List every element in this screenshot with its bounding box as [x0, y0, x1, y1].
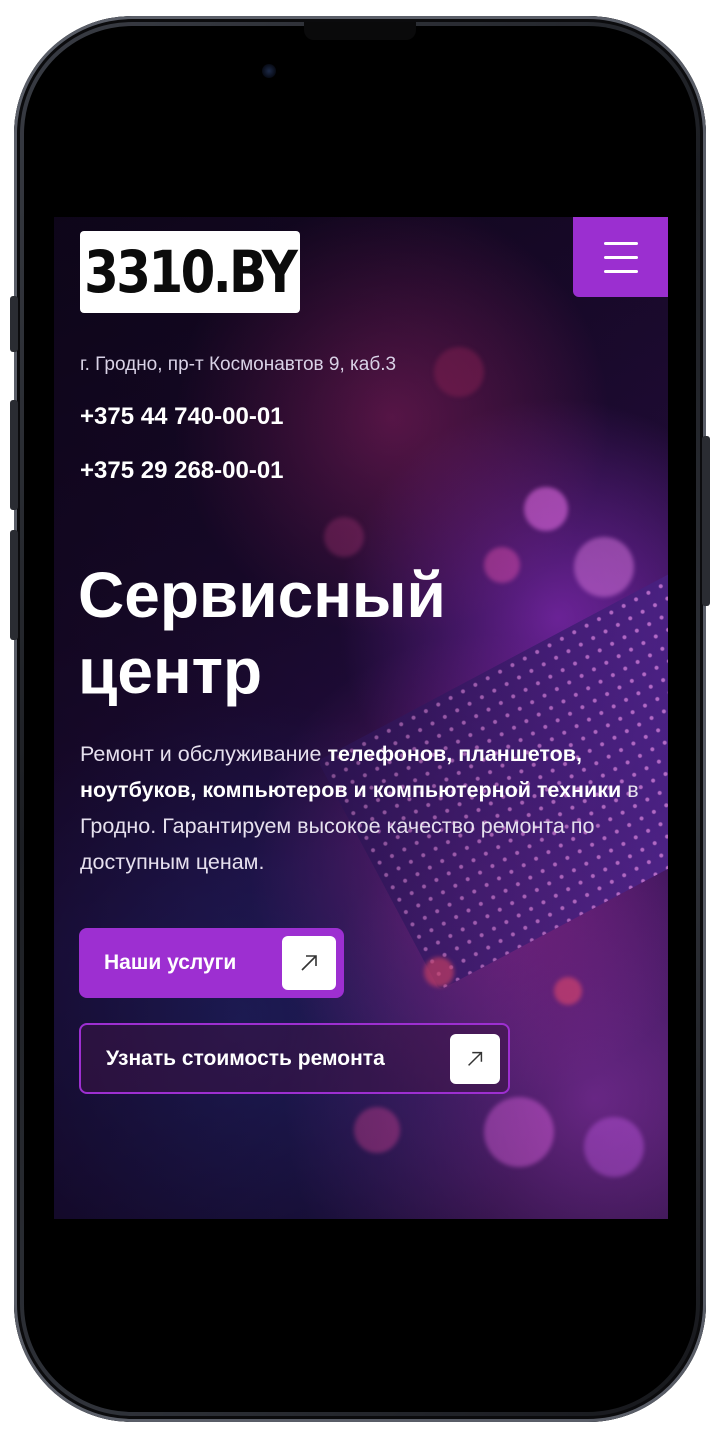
logo-text: 3310.BY: [84, 238, 298, 306]
phone-link-1[interactable]: +375 44 740-00-01: [80, 403, 284, 431]
hamburger-icon: [603, 255, 638, 259]
address-text: г. Гродно, пр-т Космонавтов 9, каб.3: [80, 354, 397, 375]
phone-side-button: [10, 530, 18, 640]
hamburger-icon: [603, 241, 638, 245]
phone-link-2[interactable]: +375 29 268-00-01: [80, 457, 284, 485]
page-title: Сервисный центр: [78, 557, 598, 709]
services-button[interactable]: Наши услуги: [79, 928, 344, 998]
title-line: центр: [78, 635, 263, 707]
services-button-label: Наши услуги: [104, 951, 237, 974]
front-camera: [262, 64, 276, 78]
title-line: Сервисный: [78, 559, 446, 631]
speaker-notch: [304, 22, 416, 40]
repair-cost-button[interactable]: Узнать стоимость ремонта: [79, 1023, 510, 1094]
arrow-up-right-icon: [282, 936, 336, 990]
arrow-up-right-icon: [450, 1033, 500, 1084]
hamburger-icon: [603, 269, 638, 273]
website-screen: 3310.BY г. Гродно, пр-т Космонавтов 9, к…: [54, 217, 668, 1219]
description-text: Ремонт и обслуживание: [80, 742, 328, 766]
site-logo[interactable]: 3310.BY: [80, 231, 300, 313]
phone-side-button: [702, 436, 710, 606]
phone-side-button: [10, 400, 18, 510]
repair-cost-button-label: Узнать стоимость ремонта: [106, 1046, 385, 1070]
phone-side-button: [10, 296, 18, 352]
menu-button[interactable]: [573, 217, 668, 297]
hero-description: Ремонт и обслуживание телефонов, планшет…: [80, 736, 650, 880]
